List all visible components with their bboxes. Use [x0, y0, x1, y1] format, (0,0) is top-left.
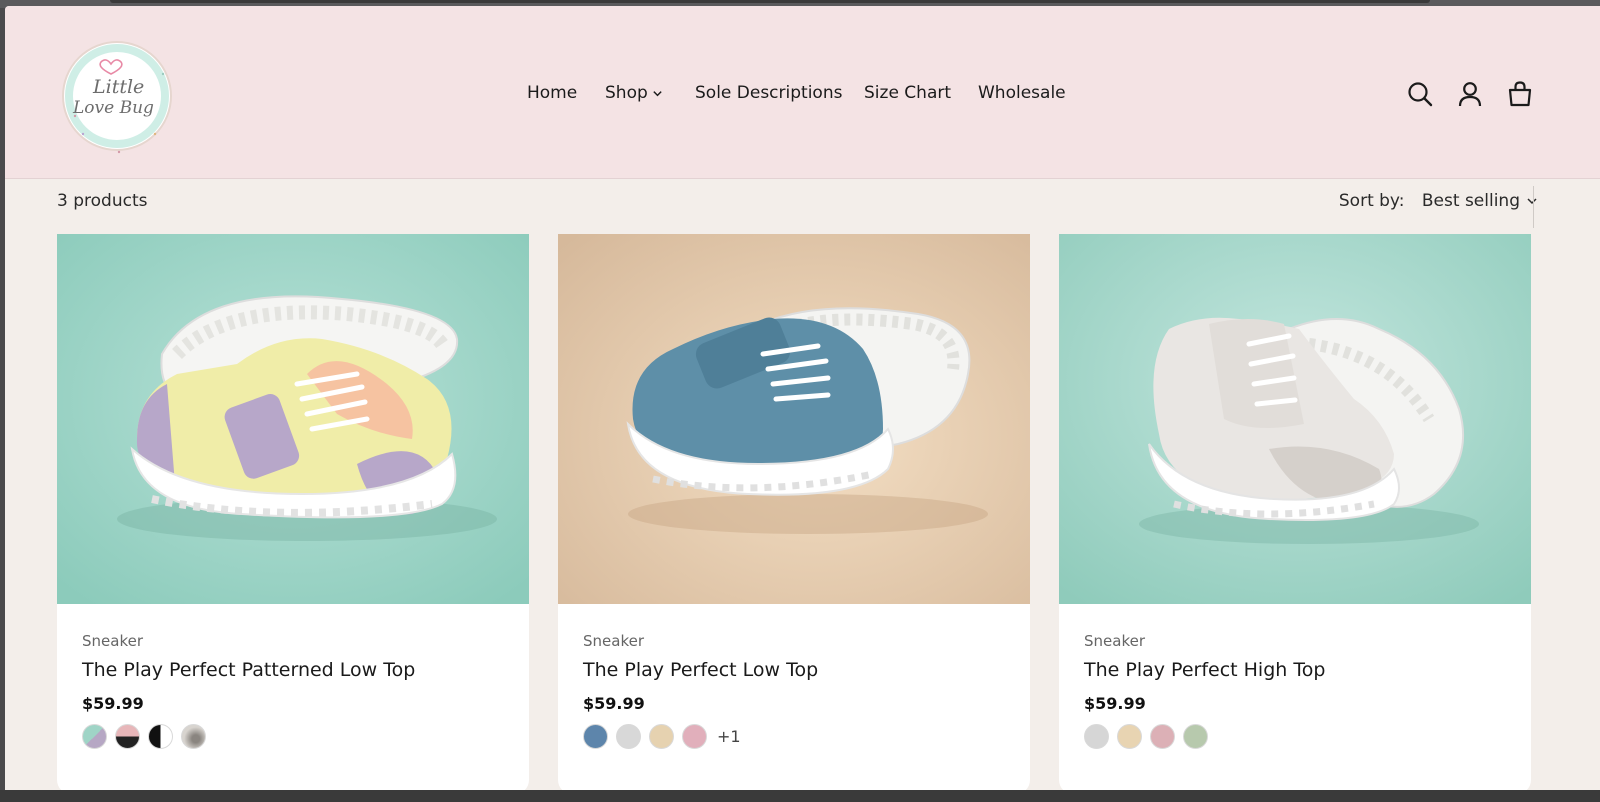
- swatch-pastel[interactable]: [82, 724, 107, 749]
- sort-label: Sort by:: [1338, 191, 1405, 211]
- swatch-grey-pattern[interactable]: [181, 724, 206, 749]
- swatch-tan[interactable]: [649, 724, 674, 749]
- swatch-grey[interactable]: [616, 724, 641, 749]
- product-title[interactable]: The Play Perfect Low Top: [583, 659, 818, 681]
- search-icon[interactable]: [1406, 80, 1434, 108]
- sort-control: Sort by: Best selling: [1339, 191, 1538, 211]
- product-image[interactable]: [1059, 234, 1531, 604]
- product-title[interactable]: The Play Perfect High Top: [1084, 659, 1325, 681]
- swatch-tan[interactable]: [1117, 724, 1142, 749]
- nav-home-label: Home: [527, 83, 578, 103]
- more-colors-count[interactable]: +1: [717, 727, 741, 746]
- browser-scroll-bar: [110, 0, 1430, 3]
- product-price: $59.99: [1084, 694, 1146, 713]
- product-card[interactable]: Sneaker The Play Perfect High Top $59.99: [1059, 234, 1531, 790]
- swatch-pink-black[interactable]: [115, 724, 140, 749]
- account-icon[interactable]: [1456, 80, 1484, 108]
- sort-value: Best selling: [1421, 191, 1520, 211]
- product-vendor: Sneaker: [82, 632, 143, 650]
- site-header: Little Love Bug Home Shop Sole Descripti…: [5, 6, 1600, 179]
- swatch-pink[interactable]: [682, 724, 707, 749]
- sort-divider: [1533, 186, 1534, 228]
- swatch-sage[interactable]: [1183, 724, 1208, 749]
- nav-home[interactable]: Home: [527, 78, 577, 108]
- swatch-pink[interactable]: [1150, 724, 1175, 749]
- product-image[interactable]: [57, 234, 529, 604]
- product-image[interactable]: [558, 234, 1030, 604]
- swatch-black-white[interactable]: [148, 724, 173, 749]
- nav-shop[interactable]: Shop: [605, 78, 663, 108]
- browser-bottom-bar: [0, 790, 1600, 802]
- product-vendor: Sneaker: [1084, 632, 1145, 650]
- nav-size-chart[interactable]: Size Chart: [864, 78, 951, 108]
- product-card[interactable]: Sneaker The Play Perfect Low Top $59.99 …: [558, 234, 1030, 790]
- product-card[interactable]: Sneaker The Play Perfect Patterned Low T…: [57, 234, 529, 790]
- chevron-down-icon: [1527, 198, 1537, 205]
- product-price: $59.99: [82, 694, 144, 713]
- product-vendor: Sneaker: [583, 632, 644, 650]
- nav-sole-descriptions[interactable]: Sole Descriptions: [695, 78, 842, 108]
- main-nav: Home Shop Sole Descriptions Size Chart W…: [5, 78, 1600, 108]
- product-count: 3 products: [57, 191, 148, 211]
- page-viewport: Little Love Bug Home Shop Sole Descripti…: [5, 6, 1600, 790]
- sort-select[interactable]: Best selling: [1422, 191, 1538, 211]
- chevron-down-icon: [653, 90, 662, 96]
- nav-size-chart-label: Size Chart: [864, 83, 952, 103]
- swatch-blue[interactable]: [583, 724, 608, 749]
- nav-wholesale[interactable]: Wholesale: [978, 78, 1066, 108]
- nav-shop-label: Shop: [605, 83, 648, 103]
- cart-icon[interactable]: [1506, 80, 1534, 108]
- product-price: $59.99: [583, 694, 645, 713]
- nav-sole-descriptions-label: Sole Descriptions: [695, 83, 843, 103]
- swatch-grey[interactable]: [1084, 724, 1109, 749]
- nav-wholesale-label: Wholesale: [978, 83, 1066, 103]
- product-title[interactable]: The Play Perfect Patterned Low Top: [82, 659, 415, 681]
